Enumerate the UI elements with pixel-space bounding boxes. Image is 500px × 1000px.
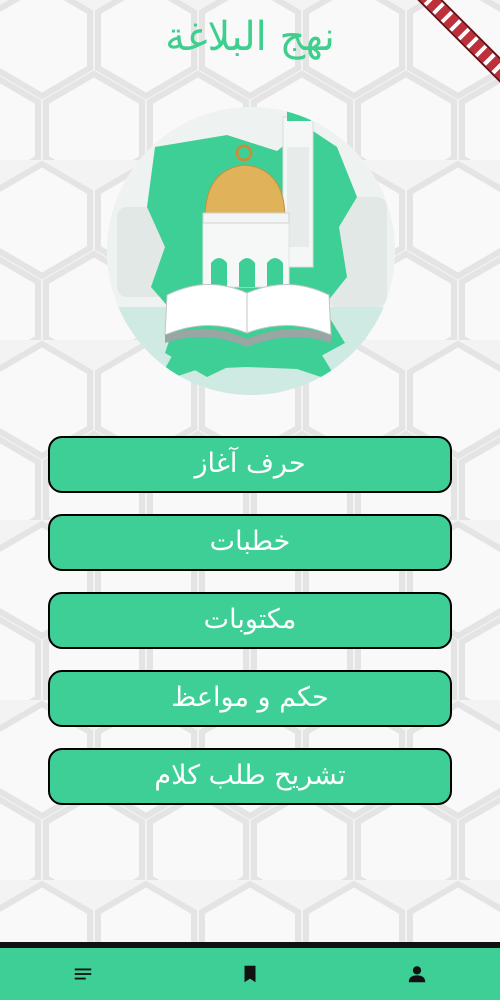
menu-lines-icon	[75, 968, 92, 980]
logo-image	[107, 107, 395, 395]
menu-button-explanation[interactable]: تشریح طلب کلام	[48, 748, 452, 805]
bookmark-icon	[244, 965, 256, 983]
menu-button-letters[interactable]: مكتوبات	[48, 592, 452, 649]
menu-button-sayings[interactable]: حكم و مواعظ	[48, 670, 452, 727]
person-icon	[408, 966, 425, 983]
nav-profile-button[interactable]	[333, 948, 500, 1000]
main-menu: حرف آغاز خطبات مكتوبات حكم و مواعظ تشریح…	[48, 436, 452, 826]
nav-menu-button[interactable]	[0, 948, 167, 1000]
nav-bookmark-button[interactable]	[167, 948, 334, 1000]
menu-button-sermons[interactable]: خطبات	[48, 514, 452, 571]
app-title: نهج البلاغة	[165, 14, 335, 60]
menu-button-introduction[interactable]: حرف آغاز	[48, 436, 452, 493]
bottom-nav-bar	[0, 948, 500, 1000]
